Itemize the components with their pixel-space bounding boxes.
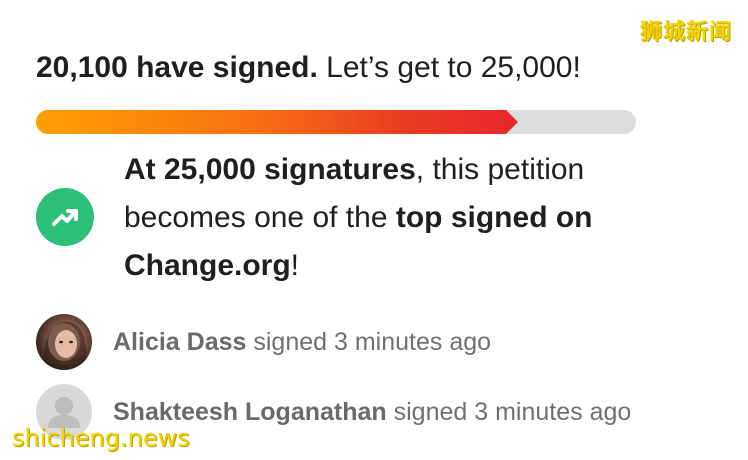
signature-progress-fill — [36, 110, 507, 134]
signature-count-headline: 20,100 have signed. Let’s get to 25,000! — [36, 50, 581, 86]
signer-photo-icon — [43, 321, 87, 370]
signer-time: 3 minutes ago — [334, 327, 492, 356]
milestone-exclamation: ! — [290, 249, 300, 282]
signature-progress-bar — [36, 110, 636, 134]
signer-action: signed — [253, 327, 328, 356]
signature-goal: Let’s get to 25,000! — [326, 51, 581, 84]
watermark-logo-top: 狮城新闻 — [639, 20, 732, 45]
signer-time: 3 minutes ago — [474, 397, 632, 426]
trending-up-icon — [52, 209, 78, 226]
signer-action: signed — [393, 397, 468, 426]
recent-signer-row: Alicia Dass signed 3 minutes ago — [36, 314, 491, 370]
watermark-logo-bottom: shicheng.news — [12, 424, 190, 452]
signer-text: Shakteesh Loganathan signed 3 minutes ag… — [113, 398, 631, 427]
avatar — [36, 314, 92, 370]
signer-name: Alicia Dass — [113, 327, 247, 356]
signature-progress-tip — [506, 110, 519, 134]
milestone-badge — [36, 188, 94, 246]
signature-count: 20,100 have signed. — [36, 51, 318, 84]
signer-name: Shakteesh Loganathan — [113, 397, 387, 426]
milestone-threshold: At 25,000 signatures — [124, 153, 416, 186]
signer-text: Alicia Dass signed 3 minutes ago — [113, 328, 491, 357]
milestone-message: At 25,000 signatures, this petition beco… — [124, 146, 684, 290]
